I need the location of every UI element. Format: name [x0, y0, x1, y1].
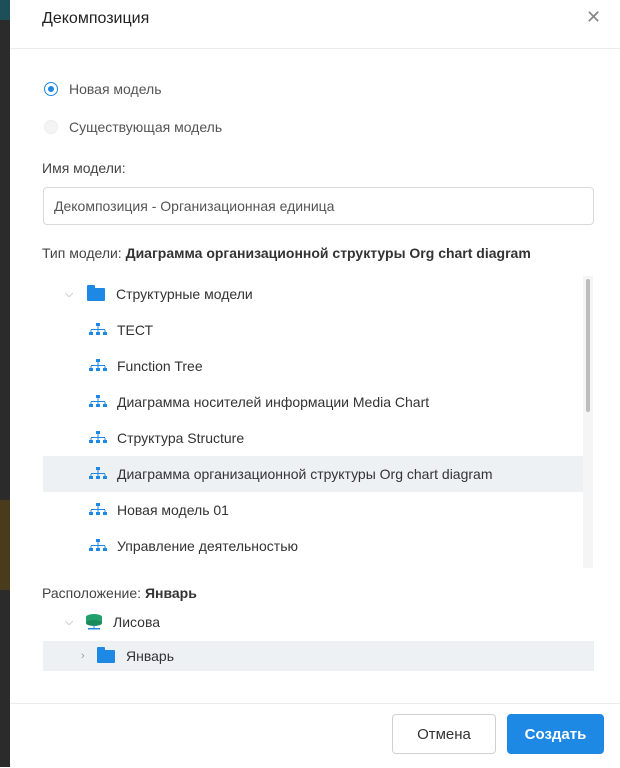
location-db-row[interactable]: ⌵ Лисова — [43, 607, 594, 637]
tree-item-selected[interactable]: Диаграмма организационной структуры Org … — [43, 456, 583, 492]
radio-new-model-label: Новая модель — [69, 81, 162, 97]
tree-scrollbar-thumb[interactable] — [586, 279, 590, 412]
model-type-line: Тип модели: Диаграмма организационной ст… — [42, 245, 531, 261]
close-icon[interactable]: ✕ — [586, 7, 601, 28]
tree-item-label: Новая модель 01 — [117, 502, 229, 518]
model-tree: ⌵ Структурные модели ТЕСТ Function Tree … — [43, 276, 594, 568]
radio-new-model[interactable]: Новая модель — [44, 79, 162, 99]
radio-checked-icon[interactable] — [44, 82, 58, 96]
tree-item[interactable]: Структура Structure — [43, 420, 583, 456]
tree-item-label: ТЕСТ — [117, 322, 154, 338]
radio-existing-model-label: Существующая модель — [69, 119, 223, 135]
folder-icon — [87, 284, 105, 301]
tree-folder-label: Структурные модели — [116, 286, 253, 302]
org-chart-icon — [89, 395, 107, 407]
org-chart-icon — [89, 431, 107, 443]
cancel-button[interactable]: Отмена — [392, 714, 496, 754]
tree-item-label: Диаграмма организационной структуры Org … — [117, 466, 493, 482]
chevron-right-icon[interactable]: › — [81, 651, 91, 662]
dialog-header: Декомпозиция ✕ — [10, 0, 620, 49]
tree-folder-row[interactable]: ⌵ Структурные модели — [43, 276, 583, 312]
tree-item-label: Диаграмма носителей информации Media Cha… — [117, 394, 430, 410]
model-type-label: Тип модели: — [42, 245, 126, 261]
org-chart-icon — [89, 359, 107, 371]
location-value: Январь — [144, 585, 197, 601]
chevron-down-icon[interactable]: ⌵ — [65, 289, 75, 300]
dialog-title: Декомпозиция — [42, 10, 150, 27]
org-chart-icon — [89, 539, 107, 551]
tree-item[interactable]: Function Tree — [43, 348, 583, 384]
chevron-down-icon[interactable]: ⌵ — [65, 617, 75, 628]
location-line: Расположение: Январь — [42, 585, 197, 601]
create-button[interactable]: Создать — [507, 714, 604, 754]
model-name-input[interactable]: Декомпозиция - Организационная единица — [43, 187, 594, 225]
model-name-label: Имя модели: — [42, 160, 126, 176]
tree-item[interactable]: Управление деятельностью — [43, 528, 583, 564]
tree-item[interactable]: Новая модель 01 — [43, 492, 583, 528]
tree-item[interactable]: Диаграмма носителей информации Media Cha… — [43, 384, 583, 420]
org-chart-icon — [89, 323, 107, 335]
tree-item-label: Структура Structure — [117, 430, 245, 446]
radio-existing-model[interactable]: Существующая модель — [44, 117, 222, 137]
org-chart-icon — [89, 503, 107, 515]
model-type-value: Диаграмма организационной структуры Org … — [125, 245, 531, 261]
location-folder-label: Январь — [126, 648, 174, 664]
radio-unchecked-icon[interactable] — [44, 120, 58, 134]
org-chart-icon — [89, 467, 107, 479]
background-app-strip — [0, 0, 10, 767]
database-icon — [86, 614, 102, 630]
tree-item[interactable]: ТЕСТ — [43, 312, 583, 348]
tree-item-label: Управление деятельностью — [117, 538, 299, 554]
decomposition-dialog: Декомпозиция ✕ Новая модель Существующая… — [10, 0, 620, 767]
location-label: Расположение: — [42, 585, 145, 601]
location-folder-row[interactable]: › Январь — [43, 641, 594, 671]
folder-icon — [97, 646, 115, 663]
location-db-label: Лисова — [113, 614, 161, 630]
tree-item-label: Function Tree — [117, 358, 203, 374]
